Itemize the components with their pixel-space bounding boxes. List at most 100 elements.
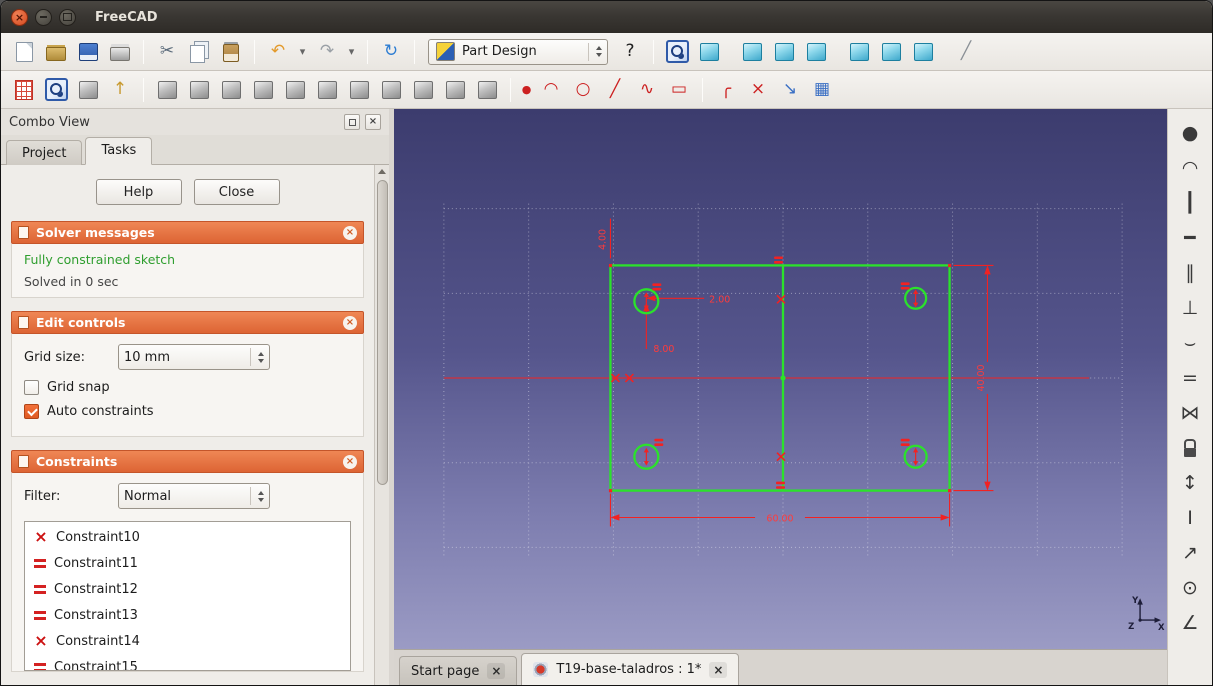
close-panel-button[interactable]: ×: [365, 114, 381, 130]
3d-viewport[interactable]: 60.00 40.00 2.00 8.00 4.00 Y X Z: [394, 109, 1167, 649]
multitransform-icon[interactable]: [472, 76, 502, 104]
revolution-icon[interactable]: [216, 76, 246, 104]
external-geometry-icon[interactable]: ↘: [775, 76, 805, 104]
combo-arrows-icon[interactable]: [250, 487, 264, 505]
top-view-icon[interactable]: [769, 38, 799, 66]
solver-messages-header[interactable]: Solver messages ×: [11, 221, 364, 244]
tab-document[interactable]: T19-base-taladros : 1* ×: [521, 653, 740, 685]
scroll-up-icon[interactable]: [378, 169, 386, 174]
close-button[interactable]: Close: [193, 179, 280, 205]
construction-mode-icon[interactable]: ▦: [807, 76, 837, 104]
linear-pattern-icon[interactable]: [408, 76, 438, 104]
undo-dropdown-icon[interactable]: ▾: [295, 38, 310, 66]
dim-offset-y-label[interactable]: 8.00: [653, 344, 674, 355]
copy-icon[interactable]: [184, 38, 214, 66]
sketch-canvas[interactable]: 60.00 40.00 2.00 8.00 4.00 Y X Z: [394, 109, 1167, 649]
constrain-vertical-distance-icon[interactable]: ↕: [1174, 468, 1206, 499]
leave-sketch-icon[interactable]: ↑: [105, 76, 135, 104]
close-tab-icon[interactable]: ×: [709, 661, 728, 678]
constrain-tangent-icon[interactable]: ⌣: [1174, 328, 1206, 359]
new-sketch-icon[interactable]: [9, 76, 39, 104]
polyline-icon[interactable]: ∿: [632, 76, 662, 104]
pad-icon[interactable]: [152, 76, 182, 104]
front-view-icon[interactable]: [737, 38, 767, 66]
point-icon[interactable]: ●: [519, 76, 534, 104]
paste-icon[interactable]: [216, 38, 246, 66]
constrain-perpendicular-icon[interactable]: ⊥: [1174, 293, 1206, 324]
float-panel-button[interactable]: [344, 114, 360, 130]
edit-sketch-icon[interactable]: [41, 76, 71, 104]
create-point-icon[interactable]: ●: [1174, 118, 1206, 149]
constraint-item[interactable]: Constraint13: [25, 602, 350, 628]
help-button[interactable]: Help: [95, 179, 182, 205]
combo-arrows-icon[interactable]: [588, 42, 602, 61]
right-view-icon[interactable]: [801, 38, 831, 66]
constrain-parallel-icon[interactable]: ∥: [1174, 258, 1206, 289]
edit-controls-header[interactable]: Edit controls ×: [11, 311, 364, 334]
polar-pattern-icon[interactable]: [440, 76, 470, 104]
collapse-section-button[interactable]: ×: [343, 315, 357, 330]
window-maximize-button[interactable]: [59, 8, 76, 26]
draft-icon[interactable]: [344, 76, 374, 104]
redo-icon[interactable]: ↷: [312, 38, 342, 66]
arc-icon[interactable]: ◠: [536, 76, 566, 104]
rectangle-icon[interactable]: ▭: [664, 76, 694, 104]
trim-icon[interactable]: ×: [743, 76, 773, 104]
scrollbar-thumb[interactable]: [377, 180, 388, 485]
combo-arrows-icon[interactable]: [250, 348, 264, 366]
tab-start-page[interactable]: Start page ×: [399, 656, 518, 685]
chamfer-icon[interactable]: [312, 76, 342, 104]
constraint-item[interactable]: Constraint15: [25, 654, 350, 670]
refresh-icon[interactable]: ↻: [376, 38, 406, 66]
circle-icon[interactable]: ○: [568, 76, 598, 104]
dim-height-label[interactable]: 40.00: [976, 364, 987, 391]
panel-scrollbar[interactable]: [374, 165, 389, 685]
close-tab-icon[interactable]: ×: [487, 663, 506, 679]
tab-tasks[interactable]: Tasks: [85, 137, 153, 165]
constrain-radius-icon[interactable]: ⊙: [1174, 573, 1206, 604]
constraints-list[interactable]: × Constraint10 Constraint11 Constraint12 Con…: [24, 521, 351, 671]
line-icon[interactable]: ╱: [600, 76, 630, 104]
undo-icon[interactable]: ↶: [263, 38, 293, 66]
measure-distance-icon[interactable]: ╱: [951, 38, 981, 66]
groove-icon[interactable]: [248, 76, 278, 104]
rear-view-icon[interactable]: [844, 38, 874, 66]
constrain-distance-icon[interactable]: ↗: [1174, 538, 1206, 569]
pocket-icon[interactable]: [184, 76, 214, 104]
print-icon[interactable]: [105, 38, 135, 66]
constraint-item[interactable]: Constraint12: [25, 576, 350, 602]
window-minimize-button[interactable]: [35, 8, 52, 26]
constrain-equal-icon[interactable]: =: [1174, 363, 1206, 394]
map-sketch-icon[interactable]: [73, 76, 103, 104]
collapse-section-button[interactable]: ×: [343, 454, 357, 469]
left-view-icon[interactable]: [908, 38, 938, 66]
workbench-selector[interactable]: Part Design: [428, 38, 608, 65]
auto-constraints-checkbox[interactable]: [24, 404, 39, 419]
save-file-icon[interactable]: [73, 38, 103, 66]
constrain-horizontal-distance-icon[interactable]: I: [1174, 503, 1206, 534]
mirrored-icon[interactable]: [376, 76, 406, 104]
auto-constraints-row[interactable]: Auto constraints: [24, 404, 351, 419]
constraint-item[interactable]: Constraint11: [25, 550, 350, 576]
dim-width-label[interactable]: 60.00: [766, 513, 793, 524]
fit-all-icon[interactable]: [662, 38, 692, 66]
collapse-section-button[interactable]: ×: [343, 225, 357, 240]
fillet-icon[interactable]: ╭: [711, 76, 741, 104]
constraint-item[interactable]: × Constraint10: [25, 524, 350, 550]
constrain-symmetric-icon[interactable]: ⋈: [1174, 398, 1206, 429]
grid-size-select[interactable]: 10 mm: [118, 344, 270, 370]
origin-point[interactable]: [780, 375, 786, 381]
constrain-vertical-icon[interactable]: ┃: [1174, 188, 1206, 219]
constrain-angle-icon[interactable]: ∠: [1174, 608, 1206, 639]
grid-snap-checkbox[interactable]: [24, 380, 39, 395]
cut-icon[interactable]: ✂: [152, 38, 182, 66]
dim-corner-label[interactable]: 4.00: [597, 229, 608, 250]
whatsthis-icon[interactable]: ?: [615, 38, 645, 66]
constrain-horizontal-icon[interactable]: ━: [1174, 223, 1206, 254]
grid-snap-row[interactable]: Grid snap: [24, 380, 351, 395]
bottom-view-icon[interactable]: [876, 38, 906, 66]
filter-select[interactable]: Normal: [118, 483, 270, 509]
open-file-icon[interactable]: [41, 38, 71, 66]
constrain-lock-icon[interactable]: [1174, 433, 1206, 464]
tab-project[interactable]: Project: [6, 140, 83, 165]
